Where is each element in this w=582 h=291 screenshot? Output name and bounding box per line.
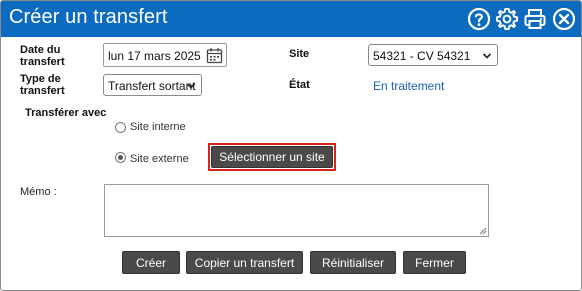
internal-site-radio[interactable]	[115, 122, 126, 133]
resize-grip-icon[interactable]	[479, 227, 487, 235]
site-select[interactable]: 54321 - CV 54321	[368, 44, 498, 66]
reset-button[interactable]: Réinitialiser	[310, 251, 396, 274]
chevron-down-icon	[482, 53, 492, 59]
state-label: État	[289, 79, 310, 91]
close-icon[interactable]	[552, 7, 576, 31]
create-transfer-dialog: Créer un transfert Date du transfert lun…	[0, 0, 582, 291]
transfer-type-label: Type de transfert	[20, 73, 65, 97]
internal-site-label[interactable]: Site interne	[130, 121, 186, 133]
select-site-button[interactable]: Sélectionner un site	[211, 146, 333, 168]
state-status-link[interactable]: En traitement	[373, 79, 444, 93]
transfer-date-value: lun 17 mars 2025	[108, 49, 201, 63]
transfer-with-label: Transférer avec	[25, 107, 107, 119]
external-site-radio[interactable]	[115, 152, 126, 163]
copy-transfer-button[interactable]: Copier un transfert	[186, 251, 303, 274]
dialog-titlebar: Créer un transfert	[1, 1, 581, 37]
chevron-down-icon	[186, 83, 196, 89]
transfer-type-select[interactable]: Transfert sortant	[103, 74, 202, 96]
create-button[interactable]: Créer	[122, 251, 180, 274]
transfer-type-value: Transfert sortant	[108, 79, 196, 93]
calendar-icon[interactable]	[206, 47, 223, 64]
close-button[interactable]: Fermer	[403, 251, 466, 274]
external-site-label[interactable]: Site externe	[130, 153, 189, 165]
print-icon[interactable]	[523, 7, 547, 31]
gear-icon[interactable]	[495, 7, 519, 31]
select-site-highlight: Sélectionner un site	[208, 143, 336, 171]
memo-label: Mémo :	[20, 186, 57, 198]
site-select-value: 54321 - CV 54321	[373, 49, 471, 63]
site-label: Site	[289, 48, 310, 60]
help-icon[interactable]	[467, 7, 491, 31]
memo-textarea[interactable]	[104, 184, 489, 237]
transfer-date-field[interactable]: lun 17 mars 2025	[103, 43, 227, 67]
dialog-title: Créer un transfert	[9, 6, 168, 28]
transfer-date-label: Date du transfert	[20, 44, 65, 68]
